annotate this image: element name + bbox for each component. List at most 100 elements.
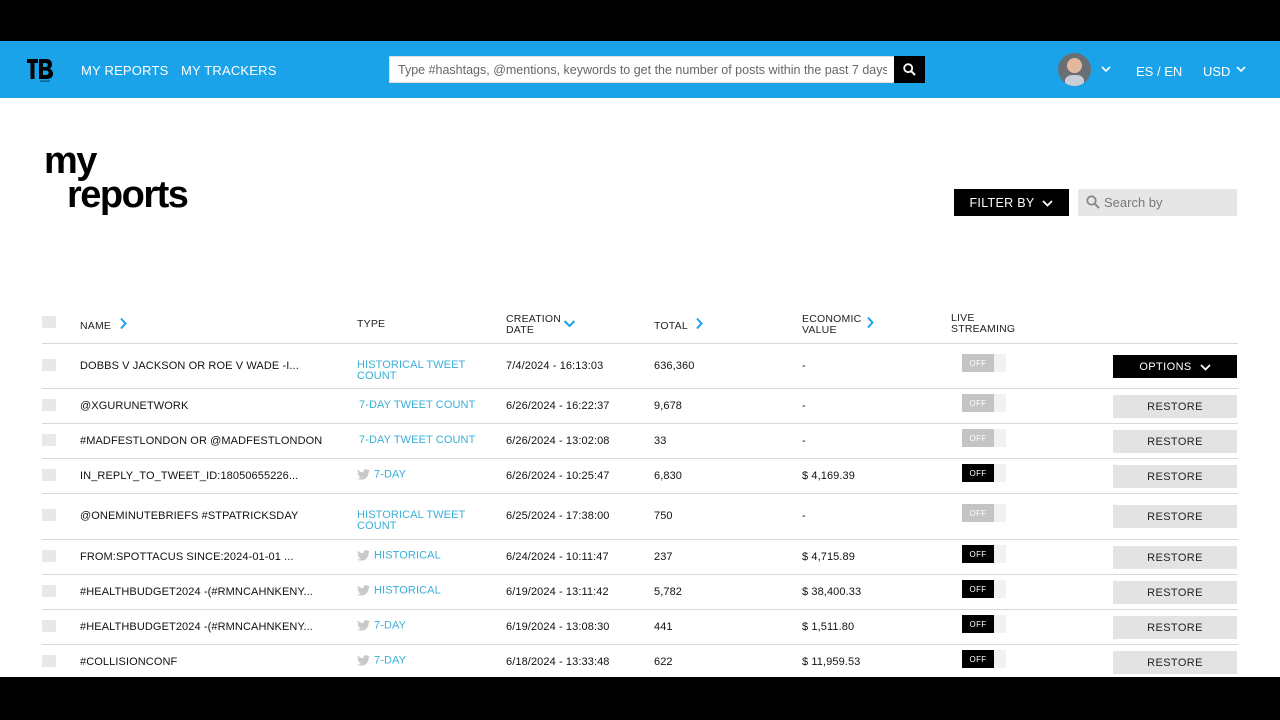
options-button[interactable]: OPTIONS [1113,355,1237,378]
lang-es[interactable]: ES [1136,64,1153,79]
row-checkbox[interactable] [42,434,56,446]
column-name[interactable]: NAME [80,321,111,332]
reports-table: NAME TYPE CREATION DATE TOTAL ECONOMIC V… [42,303,1238,677]
row-total: 6,830 [654,470,683,482]
row-type: HISTORICAL [357,585,441,596]
currency-selector[interactable]: USD [1203,64,1230,79]
live-streaming-toggle[interactable]: OFF [962,464,1006,482]
row-checkbox[interactable] [42,469,56,481]
row-checkbox[interactable] [42,585,56,597]
language-switcher: ES / EN [1136,64,1182,79]
row-type: 7-DAY [357,655,406,666]
chevron-down-icon[interactable] [1101,65,1111,73]
row-checkbox[interactable] [42,655,56,667]
row-checkbox[interactable] [42,359,56,371]
row-total: 750 [654,510,673,522]
row-name[interactable]: @ONEMINUTEBRIEFS #STPATRICKSDAY [80,510,298,522]
nav-my-reports[interactable]: MY REPORTS [81,63,168,78]
row-economic-value: - [802,400,806,412]
row-type: 7-DAY [357,469,406,480]
row-type: 7-DAY [357,620,406,631]
live-streaming-toggle[interactable]: OFF [962,545,1006,563]
restore-button[interactable]: RESTORE [1113,616,1237,639]
row-creation-date: 6/24/2024 - 10:11:47 [506,551,609,563]
restore-button[interactable]: RESTORE [1113,651,1237,674]
toggle-label: OFF [962,464,994,482]
user-avatar[interactable] [1058,53,1091,86]
row-name[interactable]: IN_REPLY_TO_TWEET_ID:18050655226... [80,470,298,482]
toggle-label: OFF [962,504,994,522]
row-economic-value: - [802,435,806,447]
nav-my-trackers[interactable]: MY TRACKERS [181,63,277,78]
row-total: 622 [654,656,673,668]
column-total[interactable]: TOTAL [654,321,688,332]
row-name[interactable]: DOBBS V JACKSON OR ROE V WADE -I... [80,360,299,372]
row-name[interactable]: @XGURUNETWORK [80,400,188,412]
row-checkbox[interactable] [42,620,56,632]
chevron-right-icon[interactable] [866,316,874,329]
row-creation-date: 6/26/2024 - 10:25:47 [506,470,610,482]
column-live-streaming-line2: STREAMING [951,323,1016,335]
live-streaming-toggle: OFF [962,504,1006,522]
search-icon [1086,195,1100,209]
column-type: TYPE [357,318,386,330]
chevron-right-icon[interactable] [695,317,703,330]
chevron-right-icon[interactable] [119,317,127,330]
row-creation-date: 6/18/2024 - 13:33:48 [506,656,610,668]
live-streaming-toggle[interactable]: OFF [962,650,1006,668]
row-economic-value: $ 38,400.33 [802,586,862,598]
twitter-bird-icon [357,620,370,631]
restore-button[interactable]: RESTORE [1113,465,1237,488]
table-row: #COLLISIONCONF 7-DAY 6/18/2024 - 13:33:4… [42,645,1238,677]
chevron-down-icon[interactable] [1236,65,1246,73]
restore-button[interactable]: RESTORE [1113,581,1237,604]
toggle-label: OFF [962,580,994,598]
row-creation-date: 6/26/2024 - 13:02:08 [506,435,610,447]
table-row: @XGURUNETWORK 7-DAY TWEET COUNT 6/26/202… [42,389,1238,424]
row-type-label: HISTORICAL [374,584,441,597]
global-search [389,56,925,83]
row-total: 636,360 [654,360,695,372]
twitter-bird-icon [357,469,370,480]
row-checkbox[interactable] [42,509,56,521]
row-name[interactable]: #COLLISIONCONF [80,656,177,668]
row-creation-date: 6/19/2024 - 13:08:30 [506,621,610,633]
restore-button[interactable]: RESTORE [1113,430,1237,453]
row-economic-value: $ 1,511.80 [802,621,855,633]
restore-button[interactable]: RESTORE [1113,505,1237,528]
report-search-input[interactable] [1104,189,1234,216]
column-creation-date-line2: DATE [506,324,535,336]
row-total: 9,678 [654,400,683,412]
row-type-label: 7-DAY [374,654,407,667]
table-row: #HEALTHBUDGET2024 -(#RMNCAHNKENY... HIST… [42,575,1238,610]
lang-en[interactable]: EN [1164,64,1182,79]
toggle-label: OFF [962,354,994,372]
chevron-down-icon[interactable] [563,319,576,328]
row-name[interactable]: #HEALTHBUDGET2024 -(#RMNCAHNKENY... [80,586,313,598]
column-creation-date[interactable]: CREATION DATE [506,314,561,336]
global-search-button[interactable] [894,56,925,83]
top-navbar: MY REPORTS MY TRACKERS ES / EN USD [0,41,1280,98]
row-name[interactable]: #HEALTHBUDGET2024 -(#RMNCAHNKENY... [80,621,313,633]
row-type: HISTORICAL TWEET COUNT [357,510,465,532]
twitter-bird-icon [357,550,370,561]
live-streaming-toggle[interactable]: OFF [962,615,1006,633]
row-total: 441 [654,621,673,633]
live-streaming-toggle: OFF [962,429,1006,447]
brand-logo[interactable] [26,57,54,83]
row-type: HISTORICAL TWEET COUNT [357,360,465,382]
row-checkbox[interactable] [42,550,56,562]
row-name[interactable]: #MADFESTLONDON OR @MADFESTLONDON [80,435,322,447]
restore-button[interactable]: RESTORE [1113,395,1237,418]
row-name[interactable]: FROM:SPOTTACUS SINCE:2024-01-01 ... [80,551,294,563]
restore-button[interactable]: RESTORE [1113,546,1237,569]
toggle-label: OFF [962,545,994,563]
select-all-checkbox[interactable] [42,316,56,328]
row-checkbox[interactable] [42,399,56,411]
live-streaming-toggle[interactable]: OFF [962,580,1006,598]
filter-by-button[interactable]: FILTER BY [954,189,1069,216]
row-total: 33 [654,435,667,447]
column-economic-value[interactable]: ECONOMIC VALUE [802,314,861,336]
global-search-input[interactable] [390,57,895,82]
row-type: HISTORICAL [357,550,441,561]
